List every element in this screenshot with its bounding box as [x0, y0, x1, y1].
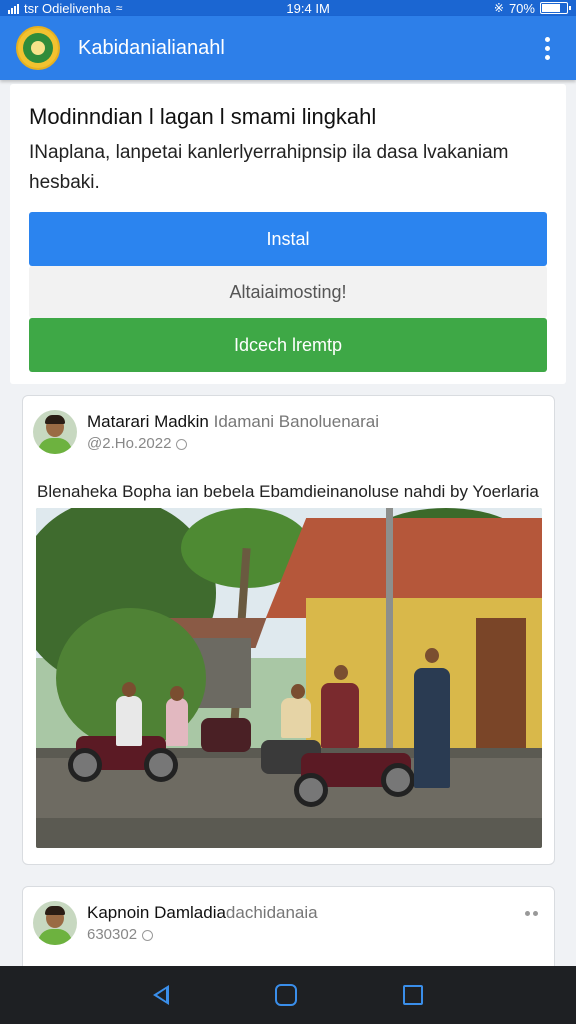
author-subtitle: dachidanaia [225, 903, 318, 922]
app-title: Kabidanialianahl [78, 36, 225, 59]
back-icon[interactable] [153, 985, 169, 1005]
banner-description: INaplana, lanpetai kanlerlyerrahipnsip i… [29, 142, 509, 193]
post-header: Matarari Madkin Idamani Banoluenarai @2.… [23, 396, 554, 454]
logo-emblem [23, 33, 53, 63]
app-logo[interactable] [16, 26, 60, 70]
home-icon[interactable] [275, 984, 297, 1006]
signal-icon [8, 3, 19, 14]
recents-icon[interactable] [403, 985, 423, 1005]
post-meta: Kapnoin Damladiadachidanaia 630302 [87, 901, 318, 945]
wifi-icon: ≈ [115, 1, 123, 15]
timestamp-text: 630302 [87, 926, 138, 943]
post-author[interactable]: Matarari Madkin Idamani Banoluenarai [87, 410, 379, 434]
avatar[interactable] [33, 410, 77, 454]
avatar[interactable] [33, 901, 77, 945]
logo-core [31, 41, 45, 55]
post-meta: Matarari Madkin Idamani Banoluenarai @2.… [87, 410, 379, 454]
more-icon[interactable] [525, 901, 544, 916]
globe-icon [176, 438, 188, 450]
post-photo[interactable] [36, 508, 542, 848]
post-timestamp: 630302 [87, 925, 318, 945]
status-bar: tsr Odielivenha ≈ 19:4 IM ※ 70% [0, 0, 576, 16]
install-banner: Modinndian l lagan l smami lingkahl INap… [10, 84, 566, 384]
post-header: Kapnoin Damladiadachidanaia 630302 [23, 887, 554, 945]
post-timestamp: @2.Ho.2022 [87, 434, 379, 454]
timestamp-text: @2.Ho.2022 [87, 435, 172, 452]
post-text: Blenaheka Bopha ian bebela Ebamdieinanol… [37, 482, 539, 501]
carrier-name: tsr Odielivenha [24, 0, 111, 16]
battery-icon [539, 2, 571, 14]
bluetooth-icon: ※ [493, 1, 504, 15]
author-name: Kapnoin Damladia [87, 903, 226, 922]
open-button[interactable]: Idcech lremtp [29, 318, 547, 372]
post-author[interactable]: Kapnoin Damladiadachidanaia [87, 901, 318, 925]
author-subtitle: Idamani Banoluenarai [213, 412, 380, 431]
status-right: ※ 70% [493, 0, 571, 16]
app-bar: Kabidanialianahl [0, 16, 576, 80]
author-name: Matarari Madkin [87, 412, 209, 431]
overflow-menu-icon[interactable] [532, 28, 562, 68]
install-button[interactable]: Instal [29, 212, 547, 266]
banner-title: Modinndian l lagan l smami lingkahl [29, 104, 377, 129]
status-time: 19:4 IM [286, 0, 330, 16]
alternative-button[interactable]: Altaiaimosting! [29, 266, 547, 318]
globe-icon [142, 929, 154, 941]
battery-percent: 70% [508, 0, 535, 16]
battery-fill [541, 4, 560, 12]
status-left: tsr Odielivenha ≈ [8, 1, 122, 16]
post-card: Matarari Madkin Idamani Banoluenarai @2.… [22, 395, 555, 865]
system-nav-bar [0, 966, 576, 1024]
